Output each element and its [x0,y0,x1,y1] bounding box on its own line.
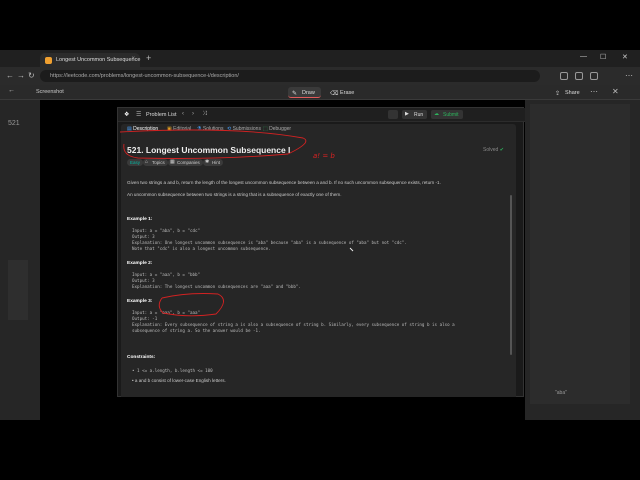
example-1-note: Note that "cdc" is also a longest uncomm… [132,246,271,251]
bulb-icon: ✱ [205,159,210,165]
minimize-button[interactable]: — [580,53,587,60]
collections-icon[interactable] [590,72,598,80]
example-1-output: Output: 3 [132,234,155,239]
tab-debugger[interactable]: ⬚ Debugger [263,126,291,132]
screenshot-preview: ❖ ☰ Problem List ‹ › ⤨ ▶ Run ☁ Submit ▤ … [117,107,525,397]
new-tab-button[interactable]: + [146,53,151,63]
tab-editorial[interactable]: ▣ Editorial [167,126,191,132]
problem-title: 521. Longest Uncommon Subsequence I [127,145,291,155]
share-icon: ⇪ [555,91,561,97]
scrollbar[interactable] [510,195,512,355]
eraser-icon: ⌫ [330,91,339,97]
maximize-button[interactable]: ☐ [600,53,606,61]
next-icon[interactable]: › [192,111,194,117]
play-icon: ▶ [405,111,409,117]
companies-chip[interactable]: ▦ Companies [168,159,203,166]
more-options-icon[interactable]: ⋯ [590,87,598,96]
example-3-output: Output: -1 [132,316,158,321]
submit-label: Submit [443,112,459,118]
reload-icon[interactable]: ↻ [28,71,35,80]
browser-tab-bar: Longest Uncommon Subsequence × + — ☐ ✕ [0,50,640,67]
close-window-button[interactable]: ✕ [622,53,628,61]
description-tabs: ▤ Description ▣ Editorial ⚗ Solutions ⟲ … [121,124,516,135]
problem-list-link[interactable]: Problem List [146,112,177,118]
tab-solutions[interactable]: ⚗ Solutions [197,126,223,132]
example-1-input: Input: a = "aba", b = "cdc" [132,228,201,233]
background-page-left: 521 [0,100,40,420]
leetcode-favicon-icon [45,57,52,64]
problem-description: 521. Longest Uncommon Subsequence I Solv… [121,135,516,397]
example-2-title: Example 2: [127,261,153,266]
leetcode-topbar: ❖ ☰ Problem List ‹ › ⤨ ▶ Run ☁ Submit [118,108,525,122]
example-1-title: Example 1: [127,217,153,222]
tag-icon: ⌂ [145,159,149,165]
example-2-explanation: Explanation: The longest uncommon subseq… [132,284,301,289]
prev-icon[interactable]: ‹ [182,111,184,117]
more-menu-icon[interactable]: ⋯ [625,71,633,80]
tab-description[interactable]: ▤ Description [127,126,158,132]
tab-close-icon[interactable]: × [131,56,135,62]
constraint-1: • 1 <= a.length, b.length <= 100 [132,368,213,373]
screenshot-toolbar: ← Screenshot ✎ Draw ⌫ Erase ⇪ Share ⋯ ✕ [0,85,640,100]
hint-chip[interactable]: ✱ Hint [203,159,224,166]
close-tool-icon[interactable]: ✕ [612,87,619,96]
upload-icon: ☁ [434,111,439,117]
back-icon[interactable]: ← [6,71,14,80]
background-page-right: "aba" [525,100,640,420]
tab-submissions[interactable]: ⟲ Submissions [227,126,261,132]
example-2-input: Input: a = "aaa", b = "bbb" [132,272,201,277]
example-2-output: Output: 3 [132,278,155,283]
constraint-2: • a and b consist of lower-case English … [132,378,226,383]
tool-back-icon[interactable]: ← [8,87,15,94]
share-label: Share [565,90,580,96]
address-bar-row: ← → ↻ https://leetcode.com/problems/long… [0,67,640,85]
browser-tab[interactable]: Longest Uncommon Subsequence × [40,53,140,67]
list-icon: ☰ [136,112,142,118]
building-icon: ▦ [170,159,175,165]
ink-note: a! = b [313,152,335,160]
description-text-2: An uncommon subsequence between two stri… [127,192,342,197]
example-3-title: Example 3: [127,299,153,304]
url-field[interactable]: https://leetcode.com/problems/longest-un… [40,70,540,82]
example-3-input: Input: a = "aaa", b = "aaa" [132,310,201,315]
share-button[interactable]: ⇪ Share [551,87,586,98]
erase-button[interactable]: ⌫ Erase [326,87,360,98]
description-text-1: Given two strings a and b, return the le… [127,180,441,185]
difficulty-chip[interactable]: Easy [127,159,144,166]
draw-label: Draw [302,90,315,96]
forward-icon[interactable]: → [17,71,25,80]
example-1-explanation: Explanation: One longest uncommon subseq… [132,240,407,245]
pen-icon: ✎ [292,91,298,97]
extensions-icon[interactable] [560,72,568,80]
tool-title: Screenshot [36,89,64,95]
favorites-icon[interactable] [575,72,583,80]
draw-button[interactable]: ✎ Draw [288,87,321,98]
submit-button[interactable]: ☁ Submit [431,110,463,119]
constraints-title: Constraints: [127,355,156,360]
run-label: Run [414,112,424,118]
example-3-explanation-cont: subsequence of string a. So the answer w… [132,328,261,333]
example-3-explanation: Explanation: Every subsequence of string… [132,322,455,327]
erase-label: Erase [340,90,355,96]
solved-status: Solved ✔ [483,147,504,153]
shuffle-icon[interactable]: ⤨ [202,111,207,118]
debug-icon[interactable] [388,110,398,119]
leetcode-logo-icon: ❖ [124,112,130,118]
run-button[interactable]: ▶ Run [402,110,428,119]
topics-chip[interactable]: ⌂ Topics [143,159,168,166]
tab-title: Longest Uncommon Subsequence [56,57,141,63]
